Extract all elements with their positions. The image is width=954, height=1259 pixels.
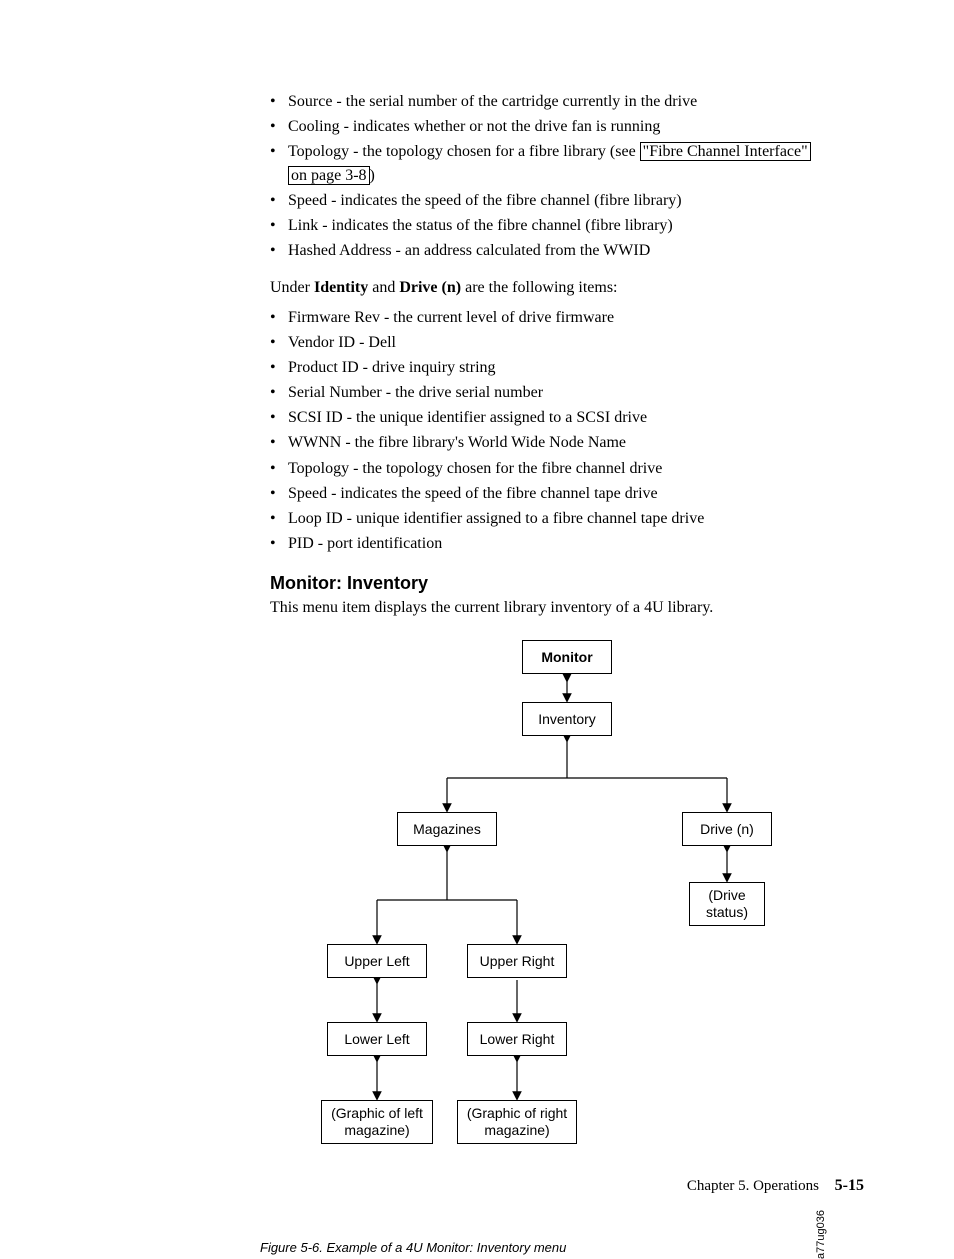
list-item: Product ID - drive inquiry string xyxy=(270,356,864,379)
section-heading: Monitor: Inventory xyxy=(270,573,864,594)
node-monitor: Monitor xyxy=(522,640,612,674)
text: ) xyxy=(370,167,375,184)
section-paragraph: This menu item displays the current libr… xyxy=(270,596,864,619)
list-item: Vendor ID - Dell xyxy=(270,331,864,354)
text-bold: Drive (n) xyxy=(399,279,461,296)
node-lower-right: Lower Right xyxy=(467,1022,567,1056)
node-drive-n: Drive (n) xyxy=(682,812,772,846)
footer-page-number: 5-15 xyxy=(835,1177,864,1194)
node-graphic-right: (Graphic of right magazine) xyxy=(457,1100,577,1144)
node-graphic-left: (Graphic of left magazine) xyxy=(321,1100,433,1144)
list-item: Serial Number - the drive serial number xyxy=(270,381,864,404)
list-item: PID - port identification xyxy=(270,532,864,555)
paragraph-identity: Under Identity and Drive (n) are the fol… xyxy=(270,276,864,299)
list-item: Loop ID - unique identifier assigned to … xyxy=(270,507,864,530)
list-item: Topology - the topology chosen for the f… xyxy=(270,457,864,480)
node-upper-right: Upper Right xyxy=(467,944,567,978)
list-item: Firmware Rev - the current level of driv… xyxy=(270,306,864,329)
text-bold: Identity xyxy=(314,279,368,296)
node-magazines: Magazines xyxy=(397,812,497,846)
list-item: SCSI ID - the unique identifier assigned… xyxy=(270,406,864,429)
list-item: Speed - indicates the speed of the fibre… xyxy=(270,189,864,212)
bullet-list-2: Firmware Rev - the current level of driv… xyxy=(270,306,864,556)
bullet-list-1: Source - the serial number of the cartri… xyxy=(270,90,864,262)
node-lower-left: Lower Left xyxy=(327,1022,427,1056)
list-item-topology: Topology - the topology chosen for a fib… xyxy=(270,140,864,186)
cross-ref-link[interactable]: on page 3-8 xyxy=(288,166,370,185)
footer-chapter: Chapter 5. Operations xyxy=(687,1178,819,1194)
text: Topology - the topology chosen for a fib… xyxy=(288,143,640,160)
inventory-menu-diagram: Monitor Inventory Magazines Drive (n) (D… xyxy=(327,640,807,1220)
list-item: Speed - indicates the speed of the fibre… xyxy=(270,482,864,505)
list-item: Cooling - indicates whether or not the d… xyxy=(270,115,864,138)
figure-code: a77ug036 xyxy=(815,1210,827,1259)
node-inventory: Inventory xyxy=(522,702,612,736)
page: Source - the serial number of the cartri… xyxy=(0,0,954,1235)
node-upper-left: Upper Left xyxy=(327,944,427,978)
list-item: Link - indicates the status of the fibre… xyxy=(270,214,864,237)
node-drive-status: (Drive status) xyxy=(689,882,765,926)
list-item: Source - the serial number of the cartri… xyxy=(270,90,864,113)
list-item: WWNN - the fibre library's World Wide No… xyxy=(270,431,864,454)
figure-caption: Figure 5-6. Example of a 4U Monitor: Inv… xyxy=(260,1240,864,1255)
text: Under xyxy=(270,279,314,296)
list-item: Hashed Address - an address calculated f… xyxy=(270,239,864,262)
cross-ref-link[interactable]: "Fibre Channel Interface" xyxy=(640,142,811,161)
page-footer: Chapter 5. Operations 5-15 xyxy=(687,1177,864,1195)
text: are the following items: xyxy=(461,279,617,296)
text: and xyxy=(368,279,399,296)
